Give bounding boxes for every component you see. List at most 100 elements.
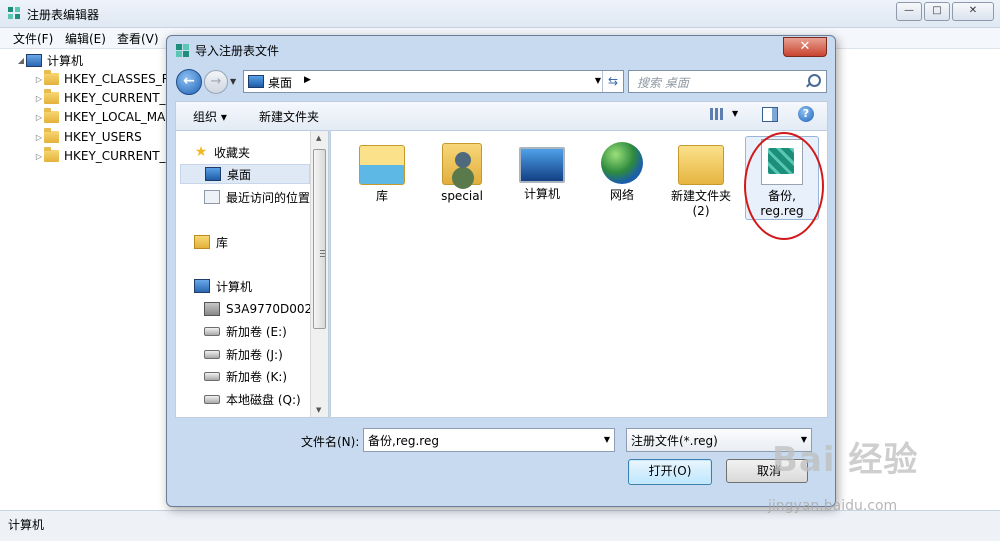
dialog-toolbar: 组织 ▾ 新建文件夹 ▼ ? (175, 101, 828, 130)
file-item-network[interactable]: 网络 (586, 139, 658, 203)
computer-icon (519, 147, 565, 183)
expand-icon[interactable]: ▷ (34, 75, 44, 84)
file-item-new-folder[interactable]: 新建文件夹 (2) (665, 139, 737, 219)
navigation-pane: ★ 收藏夹 桌面 最近访问的位置 库 计算机 S3A9770D002 ( 新加卷… (175, 130, 329, 418)
file-label: 计算机 (523, 187, 560, 201)
tree-item-hkcc[interactable]: ▷ HKEY_CURRENT_ (34, 147, 166, 165)
refresh-button[interactable]: ⇆ (602, 71, 623, 92)
expand-icon[interactable]: ▷ (34, 152, 44, 161)
expand-icon[interactable]: ▷ (34, 113, 44, 122)
arrow-right-icon: → (210, 74, 222, 89)
folder-icon (44, 108, 59, 123)
dialog-titlebar: 导入注册表文件 ✕ (167, 36, 835, 64)
menu-edit[interactable]: 编辑(E) (65, 30, 106, 47)
drive-icon (204, 326, 220, 336)
nav-desktop[interactable]: 桌面 (180, 164, 310, 184)
menu-view[interactable]: 查看(V) (117, 30, 159, 47)
registry-tree: ◢ 计算机 ▷ HKEY_CLASSES_R ▷ HKEY_CURRENT_ ▷… (0, 49, 170, 509)
file-label: 库 (375, 189, 388, 203)
new-folder-button[interactable]: 新建文件夹 (259, 108, 319, 125)
scroll-thumb[interactable] (313, 149, 326, 329)
filename-value[interactable]: 备份,reg.reg (368, 432, 439, 449)
view-dropdown-icon[interactable]: ▼ (732, 109, 738, 118)
highlight-circle (744, 132, 824, 240)
scroll-up-icon[interactable]: ▲ (316, 134, 321, 142)
import-dialog: 导入注册表文件 ✕ ← → ▼ 桌面 ▶ ▼ ⇆ 搜索 桌面 组织 ▾ 新建文件… (166, 35, 836, 507)
tree-item-hku[interactable]: ▷ HKEY_USERS (34, 128, 142, 146)
forward-button[interactable]: → (204, 70, 228, 94)
regedit-icon (176, 44, 189, 57)
tree-label: HKEY_CURRENT_ (64, 149, 166, 163)
status-text: 计算机 (8, 518, 45, 532)
nav-label: 最近访问的位置 (226, 190, 311, 205)
search-placeholder: 搜索 桌面 (637, 76, 689, 90)
preview-pane-icon[interactable] (762, 107, 778, 122)
search-input[interactable]: 搜索 桌面 (628, 70, 827, 93)
drive-icon (204, 371, 220, 381)
nav-label: 新加卷 (K:) (226, 369, 288, 384)
close-button[interactable]: ✕ (952, 2, 994, 21)
recent-places-icon (204, 190, 220, 204)
nav-label: 收藏夹 (214, 145, 251, 160)
minimize-button[interactable]: — (896, 2, 922, 21)
breadcrumb-separator[interactable]: ▶ (304, 75, 311, 85)
address-location[interactable]: 桌面 (268, 74, 292, 91)
folder-icon (44, 147, 59, 162)
maximize-button[interactable]: □ (924, 2, 950, 21)
filename-label: 文件名(N): (301, 435, 360, 449)
nav-favorites[interactable]: ★ 收藏夹 (194, 142, 328, 162)
file-item-computer[interactable]: 计算机 (506, 139, 578, 202)
file-label: 新建文件夹 (2) (670, 189, 731, 218)
arrow-left-icon: ← (183, 73, 195, 89)
tree-item-hkcr[interactable]: ▷ HKEY_CLASSES_R (34, 70, 170, 88)
organize-button[interactable]: 组织 ▾ (193, 108, 227, 125)
nav-label: 新加卷 (E:) (226, 324, 287, 339)
regedit-titlebar: 注册表编辑器 — □ ✕ (0, 0, 1000, 28)
nav-computer[interactable]: 计算机 (194, 276, 328, 296)
address-dropdown-icon[interactable]: ▼ (595, 76, 601, 85)
dialog-close-button[interactable]: ✕ (783, 37, 827, 57)
dialog-title: 导入注册表文件 (195, 44, 280, 58)
nav-label: 桌面 (227, 167, 252, 182)
nav-libraries[interactable]: 库 (194, 232, 328, 252)
computer-icon (26, 53, 42, 67)
regedit-icon (8, 7, 20, 19)
back-button[interactable]: ← (176, 69, 202, 95)
library-icon (194, 235, 210, 249)
search-icon[interactable] (808, 74, 821, 87)
expand-icon[interactable]: ▷ (34, 133, 44, 142)
file-item-library[interactable]: 库 (346, 139, 418, 204)
refresh-icon: ⇆ (607, 74, 619, 88)
menu-file[interactable]: 文件(F) (13, 30, 53, 47)
filename-dropdown-icon[interactable]: ▼ (604, 435, 610, 444)
file-label: special (441, 189, 483, 203)
watermark-logo: Bai 经验 (772, 440, 919, 480)
tree-item-hkcu[interactable]: ▷ HKEY_CURRENT_ (34, 89, 166, 107)
tree-item-computer[interactable]: ◢ 计算机 (16, 51, 83, 69)
file-item-special[interactable]: special (426, 139, 498, 204)
address-bar[interactable]: 桌面 ▶ ▼ ⇆ (243, 70, 624, 93)
filename-input[interactable]: 备份,reg.reg ▼ (363, 428, 615, 452)
help-button[interactable]: ? (798, 106, 814, 122)
grip-icon (320, 250, 325, 251)
expand-icon[interactable]: ▷ (34, 94, 44, 103)
folder-icon (44, 70, 59, 85)
nav-scrollbar[interactable]: ▲ ▼ (310, 131, 328, 417)
scroll-down-icon[interactable]: ▼ (316, 406, 321, 414)
regedit-title: 注册表编辑器 (27, 8, 100, 22)
baidu-watermark: Bai 经验 jingyan.baidu.com (764, 432, 964, 522)
nav-label: 库 (216, 235, 229, 250)
collapse-icon[interactable]: ◢ (16, 56, 26, 65)
nav-label: S3A9770D002 ( (226, 302, 321, 316)
change-view-icon[interactable] (710, 108, 724, 120)
nav-label: 计算机 (216, 279, 253, 294)
watermark-url: jingyan.baidu.com (768, 498, 898, 514)
open-button[interactable]: 打开(O) (628, 459, 712, 485)
tree-item-hklm[interactable]: ▷ HKEY_LOCAL_MA (34, 108, 165, 126)
drive-icon (204, 349, 220, 359)
desktop-icon (248, 75, 264, 88)
tree-label: HKEY_USERS (64, 130, 142, 144)
nav-label: 本地磁盘 (Q:) (226, 392, 301, 407)
tree-label: HKEY_CLASSES_R (64, 72, 171, 86)
recent-pages-dropdown[interactable]: ▼ (230, 77, 236, 86)
